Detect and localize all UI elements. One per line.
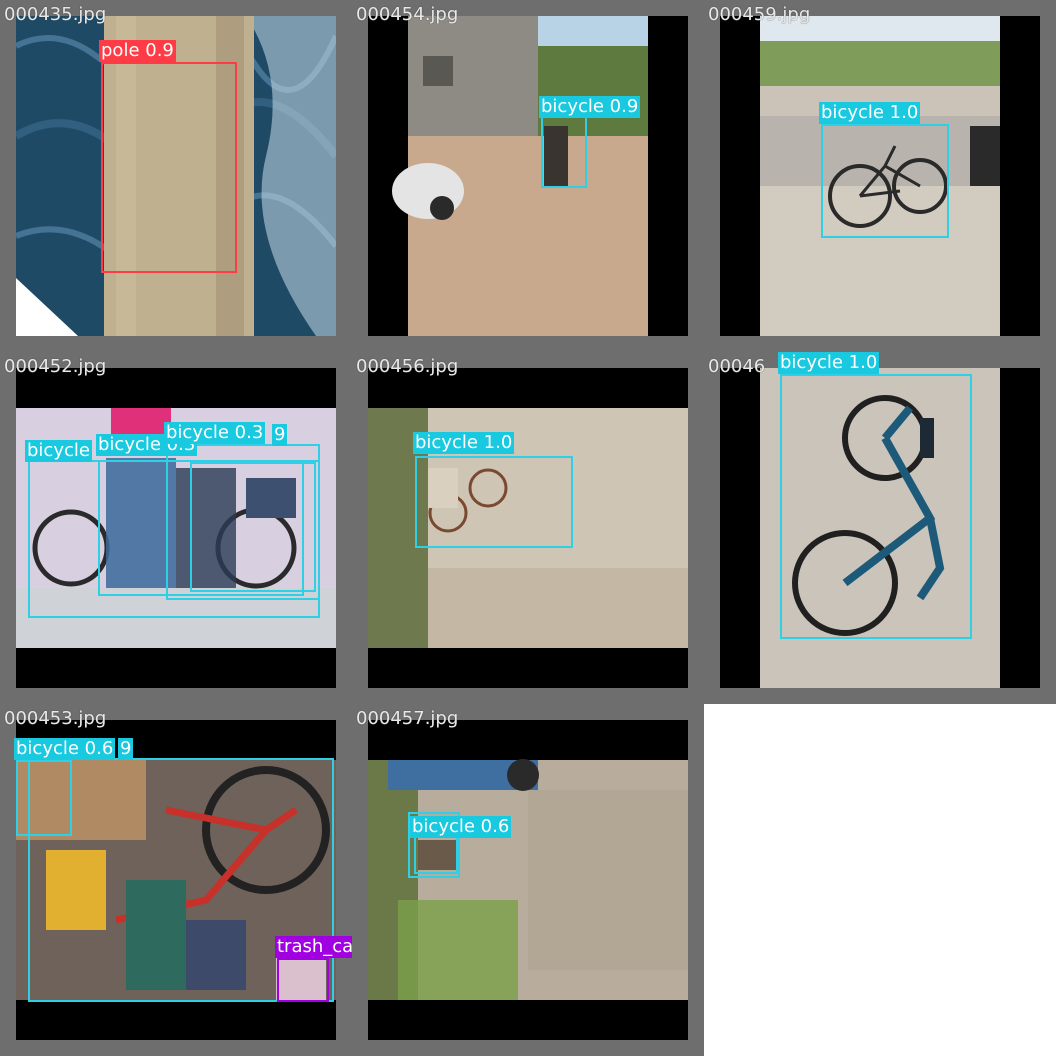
bbox-label-bicycle: 9 <box>118 738 134 760</box>
bbox-label-bicycle: bicycle 0.6 <box>410 816 512 838</box>
bbox-trash-can <box>277 958 329 1002</box>
tile-000456: 000456.jpg bicycle 1.0 <box>352 352 704 704</box>
bbox-label-bicycle: 9 <box>272 424 288 446</box>
bbox-bicycle <box>16 760 72 836</box>
tile-000454: 000454.jpg bicycle 0.9 <box>352 0 704 352</box>
empty-cell <box>706 706 1056 1056</box>
tile-000453: 000453.jpg 9 bicycle 0.6 trash_can 0.3 <box>0 704 352 1056</box>
tile-000457: 000457.jpg bicycle 0.6 <box>352 704 704 1056</box>
bbox-label-bicycle: bicycle 1.0 <box>413 432 515 454</box>
filename-label: 000457.jpg <box>356 708 459 729</box>
street-scene <box>368 16 688 336</box>
bbox-bicycle <box>821 124 949 238</box>
filename-label: 000456.jpg <box>356 356 459 377</box>
tile-00046: 00046 bicycle 1.0 <box>704 352 1056 704</box>
tile-000435: 000435.jpg pole 0.9 <box>0 0 352 352</box>
filename-label: 000453.jpg <box>4 708 107 729</box>
bbox-label-bicycle: bicycle 1.0 <box>778 352 880 374</box>
bbox-label-pole: pole 0.9 <box>99 40 176 62</box>
bbox-label-bicycle: bicycle 0.6 <box>14 738 116 760</box>
bbox-label-bicycle: bicycle 0.3 <box>164 422 266 444</box>
filename-label: 000459.jpg <box>708 4 811 25</box>
bbox-bicycle <box>190 462 316 592</box>
bbox-label-bicycle: bicycle 0.9 <box>539 96 641 118</box>
image-panel <box>368 720 688 1040</box>
bbox-bicycle <box>541 116 587 188</box>
filename-label: 000454.jpg <box>356 4 459 25</box>
tile-000459: 000459.jpg bicycle 1.0 <box>704 0 1056 352</box>
filename-label: 000435.jpg <box>4 4 107 25</box>
bbox-bicycle <box>415 456 573 548</box>
image-panel <box>368 16 688 336</box>
tile-000452: 000452.jpg bicycle bicycle 0.3 9 bicycle… <box>0 352 352 704</box>
detection-mosaic: 000435.jpg pole 0.9 000454.jpg bicycle 0… <box>0 0 1056 1056</box>
bbox-bicycle <box>780 374 972 639</box>
bbox-label-trash-can: trash_can 0.3 <box>275 936 352 958</box>
filename-label: 00046 <box>708 356 766 377</box>
filename-label: 000452.jpg <box>4 356 107 377</box>
bbox-label-bicycle: bicycle 1.0 <box>819 102 921 124</box>
bbox-pole <box>101 62 237 273</box>
bbox-label-bicycle: bicycle <box>25 440 92 462</box>
roadside-scene <box>368 720 688 1040</box>
